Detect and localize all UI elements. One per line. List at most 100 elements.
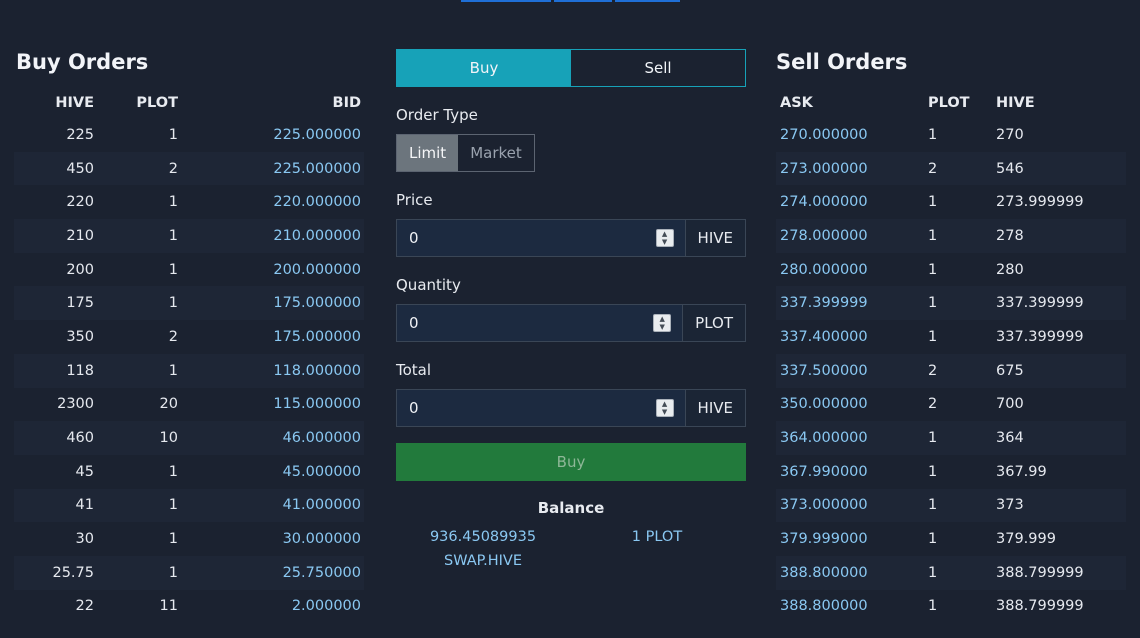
top-tab-2[interactable] [554,0,612,2]
price-cell[interactable]: 364.000000 [780,430,868,446]
table-row[interactable]: 41 1 41.000000 [14,488,364,523]
price-cell[interactable]: 25.750000 [283,565,361,581]
table-row[interactable]: 460 10 46.000000 [14,421,364,455]
table-row[interactable]: 364.000000 1 364 [776,421,1126,455]
price-cell[interactable]: 274.000000 [780,194,868,210]
table-cell: 546 [996,160,1024,177]
price-cell[interactable]: 278.000000 [780,228,868,244]
price-cell[interactable]: 30.000000 [283,531,361,547]
price-cell[interactable]: 388.800000 [780,598,868,614]
price-cell[interactable]: 350.000000 [780,396,868,412]
price-cell[interactable]: 175.000000 [273,295,361,311]
total-stepper-icon[interactable]: ▲ ▼ [655,399,674,417]
table-cell: 388.799999 [996,564,1084,581]
table-row[interactable]: 337.500000 2 675 [776,353,1126,388]
total-value: 0 [409,399,419,417]
table-row[interactable]: 388.800000 1 388.799999 [776,555,1126,590]
hive-balance[interactable]: 936.45089935 SWAP.HIVE [420,525,546,573]
price-cell[interactable]: 46.000000 [283,430,361,446]
table-cell: 1 [928,430,938,447]
price-cell[interactable]: 115.000000 [273,396,361,412]
table-row[interactable]: 379.999000 1 379.999 [776,522,1126,556]
table-cell: 25.75 [52,564,94,581]
price-cell[interactable]: 337.400000 [780,329,868,345]
table-row[interactable]: 350.000000 2 700 [776,388,1126,422]
table-row[interactable]: 200 1 200.000000 [14,253,364,287]
buy-submit-button[interactable]: Buy [396,443,746,481]
table-row[interactable]: 2300 20 115.000000 [14,388,364,422]
price-cell[interactable]: 273.000000 [780,161,868,177]
table-row[interactable]: 30 1 30.000000 [14,522,364,556]
table-row[interactable]: 337.399999 1 337.399999 [776,286,1126,321]
table-row[interactable]: 210 1 210.000000 [14,219,364,253]
table-cell: 1 [928,261,938,278]
price-cell[interactable]: 225.000000 [273,161,361,177]
table-cell: 460 [66,430,94,447]
table-row[interactable]: 225 1 225.000000 [14,118,364,152]
table-cell: 2300 [57,396,94,413]
table-row[interactable]: 220 1 220.000000 [14,185,364,219]
sell-side-tab[interactable]: Sell [571,50,745,86]
price-cell[interactable]: 379.999000 [780,531,868,547]
limit-option[interactable]: Limit [397,135,459,171]
table-row[interactable]: 118 1 118.000000 [14,353,364,388]
price-input[interactable]: 0 ▲ ▼ [397,220,685,256]
price-cell[interactable]: 210.000000 [273,228,361,244]
price-cell[interactable]: 337.500000 [780,363,868,379]
quantity-stepper-icon[interactable]: ▲ ▼ [653,314,672,332]
table-cell: 364 [996,430,1024,447]
plot-balance[interactable]: 1 PLOT [612,525,702,549]
table-row[interactable]: 273.000000 2 546 [776,151,1126,186]
price-stepper-icon[interactable]: ▲ ▼ [655,229,674,247]
quantity-input[interactable]: 0 ▲ ▼ [397,305,682,341]
price-cell[interactable]: 41.000000 [283,497,361,513]
balance-title: Balance [537,499,605,517]
order-rows: 225 1 225.000000 450 2 225.000000 220 1 220.0000… [14,118,364,623]
table-cell: 1 [928,194,938,211]
price-cell[interactable]: 220.000000 [273,194,361,210]
top-tab-1[interactable] [461,0,551,2]
table-row[interactable]: 22 11 2.000000 [14,590,364,624]
price-cell[interactable]: 373.000000 [780,497,868,513]
table-row[interactable]: 278.000000 1 278 [776,219,1126,253]
table-row[interactable]: 450 2 225.000000 [14,151,364,186]
table-row[interactable]: 280.000000 1 280 [776,253,1126,287]
table-cell: 1 [928,463,938,480]
price-cell[interactable]: 200.000000 [273,262,361,278]
table-row[interactable]: 350 2 175.000000 [14,320,364,354]
side-toggle: Buy Sell [396,49,746,87]
table-row[interactable]: 175 1 175.000000 [14,286,364,321]
price-cell[interactable]: 45.000000 [283,464,361,480]
price-cell[interactable]: 225.000000 [273,127,361,143]
table-row[interactable]: 388.800000 1 388.799999 [776,590,1126,624]
top-tab-3[interactable] [615,0,680,2]
buy-side-tab[interactable]: Buy [397,50,571,86]
table-row[interactable]: 337.400000 1 337.399999 [776,320,1126,354]
price-cell[interactable]: 388.800000 [780,565,868,581]
table-row[interactable]: 270.000000 1 270 [776,118,1126,152]
price-cell[interactable]: 280.000000 [780,262,868,278]
price-cell[interactable]: 118.000000 [273,363,361,379]
table-cell: 1 [928,328,938,345]
total-label: Total [396,361,432,379]
table-cell: 1 [168,295,178,312]
table-row[interactable]: 274.000000 1 273.999999 [776,185,1126,219]
price-cell[interactable]: 175.000000 [273,329,361,345]
table-row[interactable]: 25.75 1 25.750000 [14,555,364,590]
price-cell[interactable]: 270.000000 [780,127,868,143]
table-row[interactable]: 45 1 45.000000 [14,455,364,489]
table-cell: 1 [168,227,178,244]
table-header: ASK PLOT HIVE [776,88,1126,118]
price-label: Price [396,191,433,209]
price-cell[interactable]: 367.990000 [780,464,868,480]
table-cell: 337.399999 [996,295,1084,312]
table-row[interactable]: 373.000000 1 373 [776,488,1126,523]
table-cell: 2 [928,362,938,379]
price-cell[interactable]: 2.000000 [292,598,361,614]
total-input[interactable]: 0 ▲ ▼ [397,390,685,426]
table-cell: 373 [996,497,1024,514]
price-cell[interactable]: 337.399999 [780,295,868,311]
market-option[interactable]: Market [458,135,534,171]
quantity-field: 0 ▲ ▼ PLOT [396,304,746,342]
table-row[interactable]: 367.990000 1 367.99 [776,455,1126,489]
